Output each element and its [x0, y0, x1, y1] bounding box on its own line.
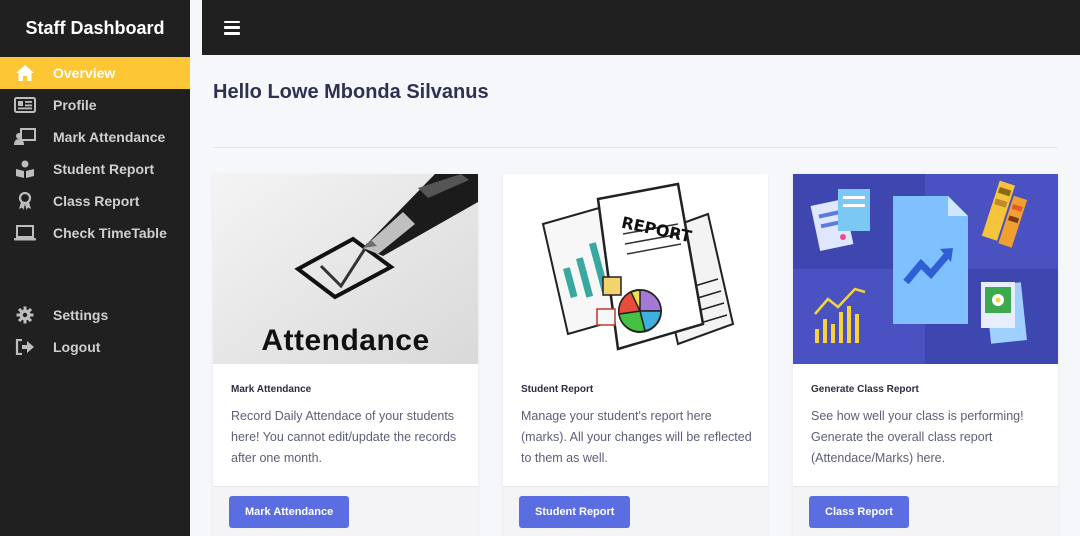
- card-student-report: REPORT Student Report Manage your studen…: [503, 174, 768, 536]
- divider: [213, 147, 1058, 148]
- report-image: REPORT: [503, 174, 768, 364]
- main-content: Hello Lowe Mbonda Silvanus Attendance Ma…: [202, 55, 1080, 536]
- card-title: Generate Class Report: [811, 384, 919, 395]
- attendance-image: Attendance: [213, 174, 478, 364]
- sidebar-item-overview[interactable]: Overview: [0, 57, 190, 89]
- class-report-image: [793, 174, 1058, 364]
- attendance-image-label: Attendance: [261, 324, 430, 357]
- card-mark-attendance: Attendance Mark Attendance Record Daily …: [213, 174, 478, 536]
- sidebar-item-profile[interactable]: Profile: [0, 89, 190, 121]
- sign-out-icon: [14, 338, 36, 356]
- card-title: Mark Attendance: [231, 384, 312, 395]
- sidebar-item-label: Profile: [53, 97, 97, 113]
- card-description: Manage your student's report here (marks…: [521, 409, 752, 465]
- card-description: See how well your class is performing! G…: [811, 409, 1024, 465]
- card-footer: Class Report: [793, 486, 1058, 536]
- chalkboard-teacher-icon: [14, 128, 36, 146]
- student-report-button[interactable]: Student Report: [519, 496, 631, 528]
- sidebar-item-label: Logout: [53, 339, 101, 355]
- card-description: Record Daily Attendace of your students …: [231, 409, 457, 465]
- top-bar: [202, 0, 1080, 55]
- card-footer: Mark Attendance: [213, 486, 478, 536]
- class-report-button[interactable]: Class Report: [809, 496, 909, 528]
- sidebar-item-label: Mark Attendance: [53, 129, 166, 145]
- sidebar-item-check-timetable[interactable]: Check TimeTable: [0, 217, 190, 249]
- laptop-icon: [14, 224, 36, 242]
- hamburger-menu-icon[interactable]: [224, 20, 240, 35]
- sidebar-item-settings[interactable]: Settings: [0, 299, 190, 331]
- brand-title[interactable]: Staff Dashboard: [0, 0, 190, 56]
- card-title: Student Report: [521, 384, 594, 395]
- gear-icon: [14, 306, 36, 324]
- sidebar-item-label: Student Report: [53, 161, 155, 177]
- home-icon: [14, 64, 36, 82]
- sidebar-item-label: Check TimeTable: [53, 225, 167, 241]
- sidebar-item-class-report[interactable]: Class Report: [0, 185, 190, 217]
- sidebar-item-label: Class Report: [53, 193, 140, 209]
- card-class-report: Generate Class Report See how well your …: [793, 174, 1058, 536]
- page-title: Hello Lowe Mbonda Silvanus: [213, 81, 489, 103]
- sidebar-item-student-report[interactable]: Student Report: [0, 153, 190, 185]
- sidebar-item-label: Settings: [53, 307, 109, 323]
- sidebar: Staff Dashboard Overview Profile Mark At…: [0, 0, 190, 536]
- mark-attendance-button[interactable]: Mark Attendance: [229, 496, 350, 528]
- sidebar-item-logout[interactable]: Logout: [0, 331, 190, 363]
- book-reader-icon: [14, 160, 36, 178]
- award-icon: [14, 192, 36, 210]
- id-card-icon: [14, 96, 36, 114]
- sidebar-item-label: Overview: [53, 65, 116, 81]
- sidebar-item-mark-attendance[interactable]: Mark Attendance: [0, 121, 190, 153]
- card-footer: Student Report: [503, 486, 768, 536]
